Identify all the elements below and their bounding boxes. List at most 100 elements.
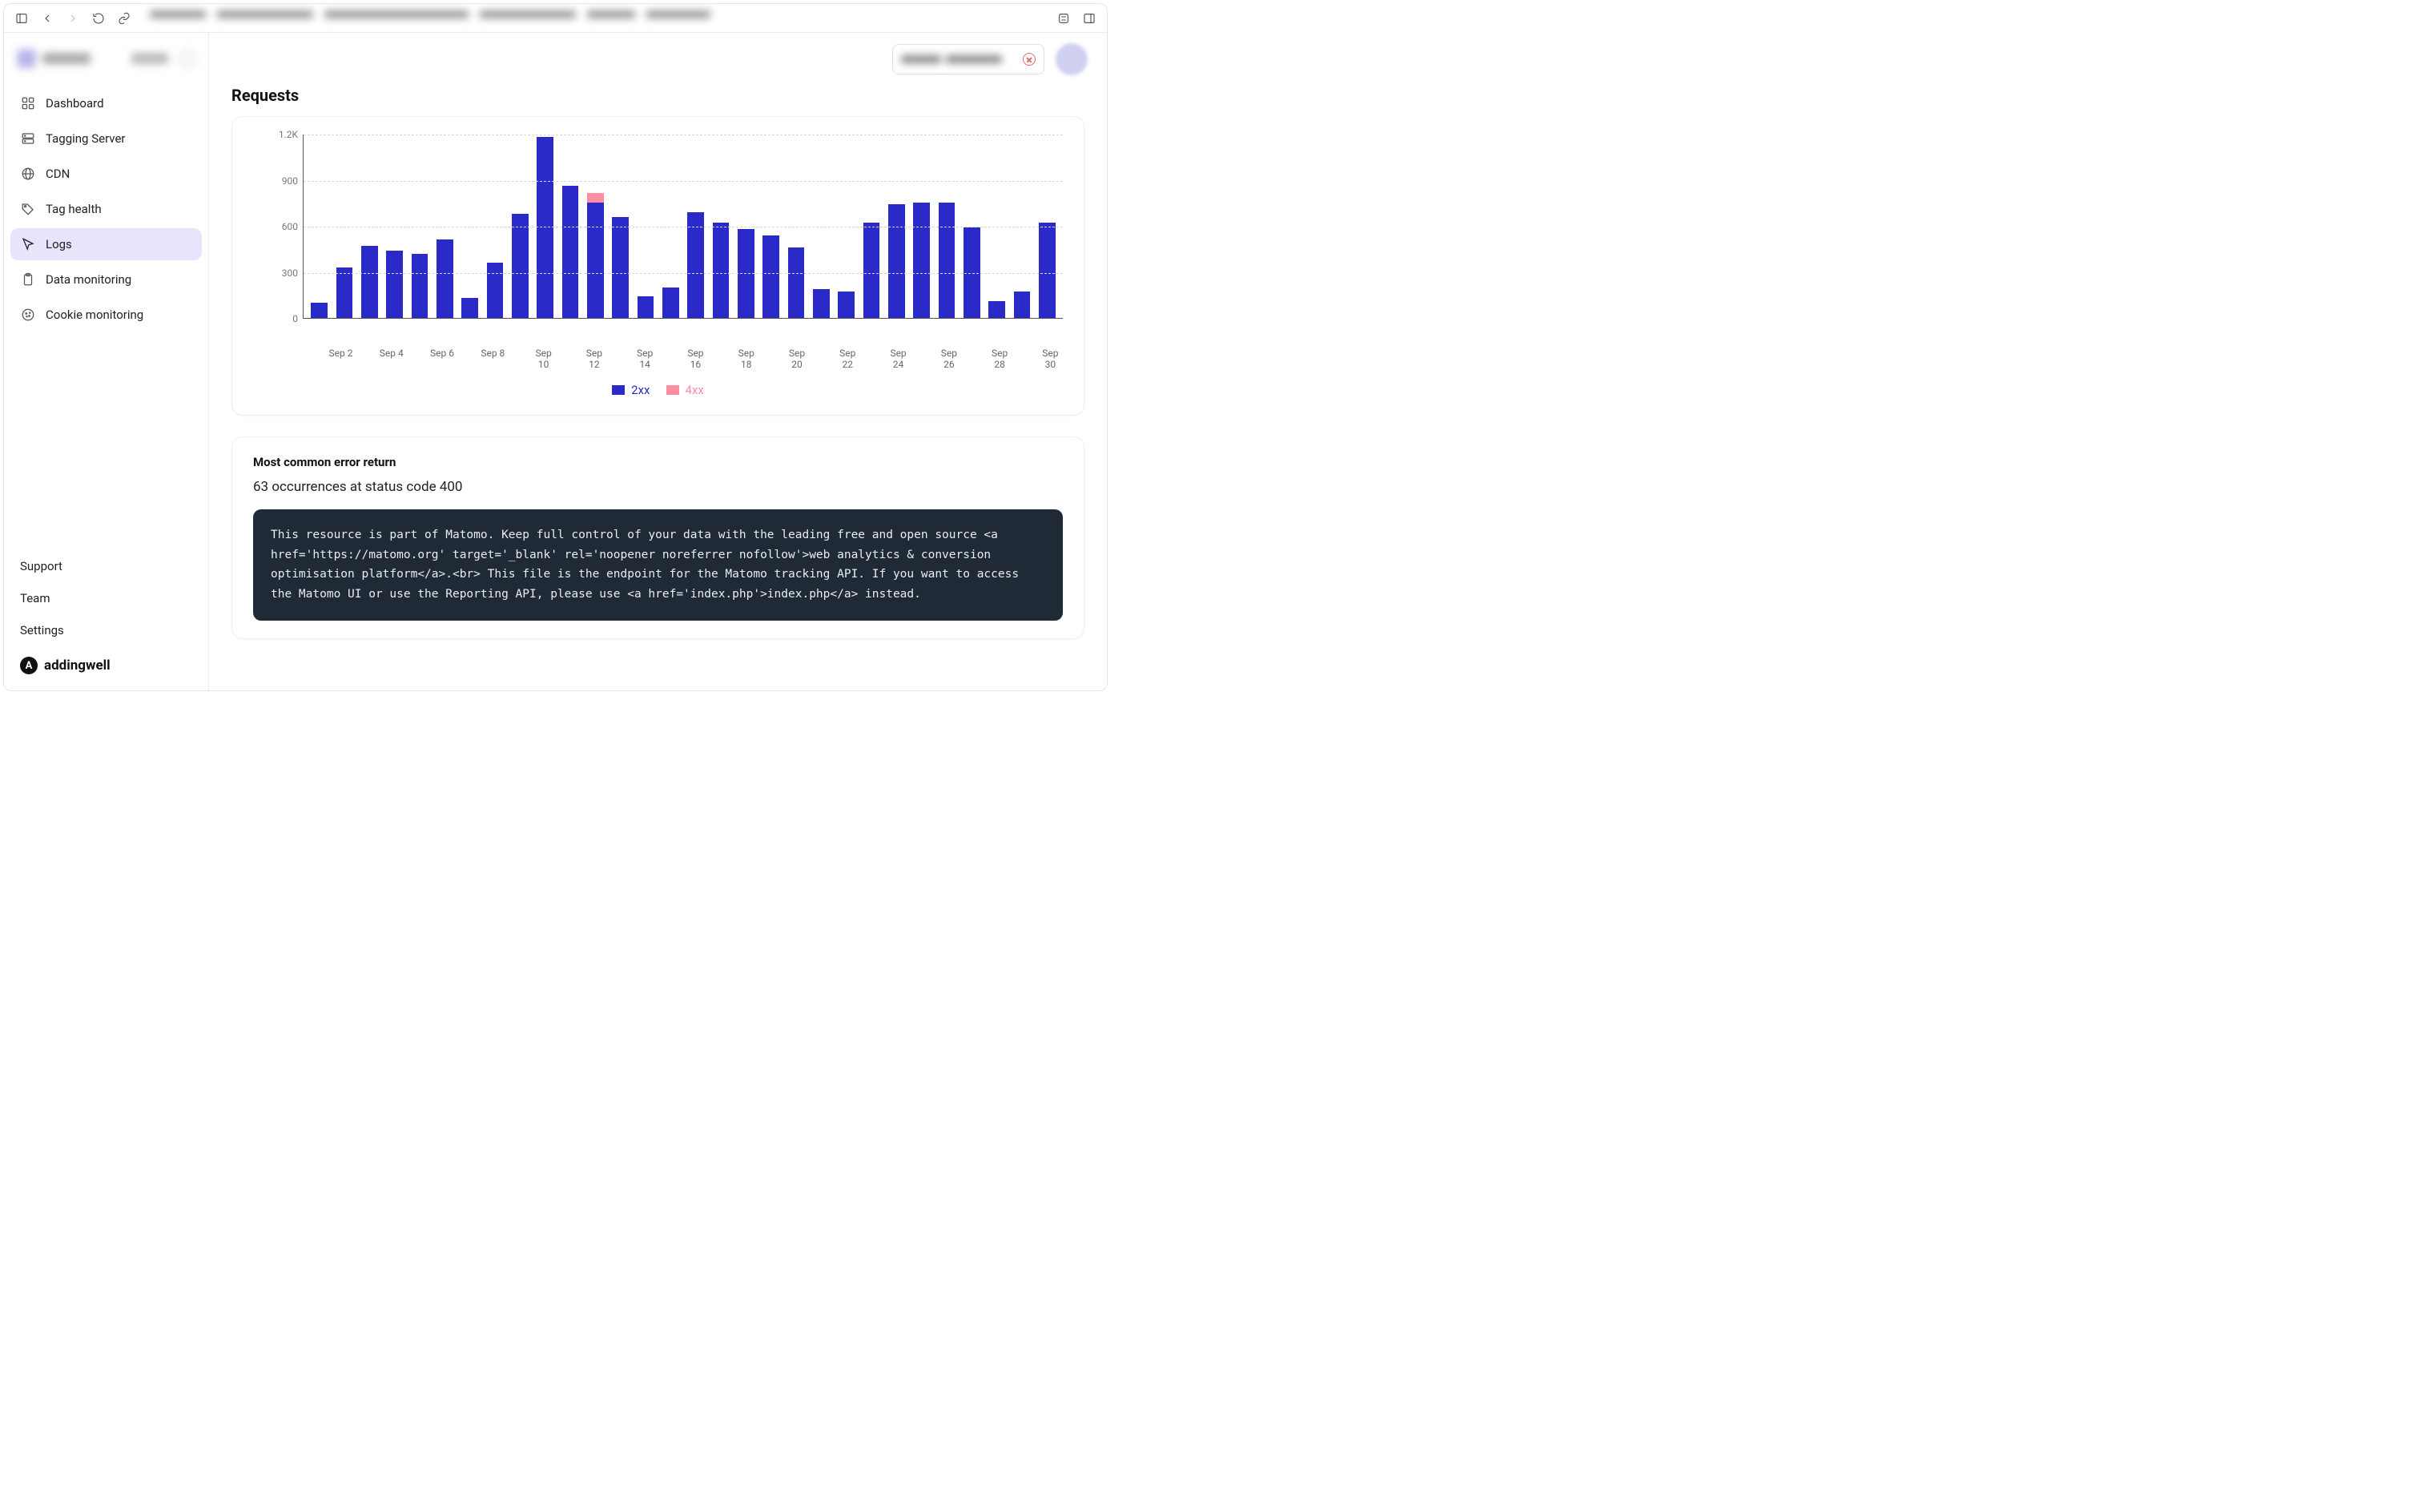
- sidebar-link-team[interactable]: Team: [18, 585, 194, 612]
- sidebar-item-logs[interactable]: Logs: [10, 228, 202, 260]
- x-tick-label: Sep 22: [835, 348, 860, 370]
- link-icon[interactable]: [115, 9, 134, 28]
- reload-icon[interactable]: [89, 9, 108, 28]
- bar[interactable]: [913, 203, 930, 318]
- sidebar-item-label: Logs: [46, 237, 72, 251]
- x-tick-label: Sep 6: [429, 348, 455, 370]
- sidebar-item-label: Cookie monitoring: [46, 308, 143, 322]
- requests-chart: 03006009001.2K: [253, 135, 1063, 343]
- main-content: Requests 0 300 600 900 1.2K Sep 2 Sep 4 Sep 6 S…: [209, 33, 1107, 690]
- sidebar-item-label: Tagging Server: [46, 131, 126, 146]
- x-tick-label: Sep 24: [886, 348, 911, 370]
- avatar[interactable]: [1056, 43, 1088, 75]
- bar[interactable]: [612, 217, 629, 319]
- sidebar-toggle-icon[interactable]: [12, 9, 31, 28]
- bar[interactable]: [361, 246, 378, 318]
- bar[interactable]: [1039, 223, 1056, 318]
- sidebar-item-dashboard[interactable]: Dashboard: [10, 87, 202, 119]
- bar[interactable]: [562, 186, 579, 318]
- page-title: Requests: [231, 86, 1084, 105]
- y-tick-label: 300: [282, 267, 298, 279]
- bar[interactable]: [638, 296, 654, 318]
- sidebar-item-data-monitoring[interactable]: Data monitoring: [10, 263, 202, 296]
- x-tick-label: Sep 8: [480, 348, 505, 370]
- sidebar-item-tagging-server[interactable]: Tagging Server: [10, 123, 202, 155]
- bar[interactable]: [988, 301, 1005, 318]
- x-tick-label: Sep 20: [784, 348, 810, 370]
- topbar: [209, 33, 1107, 86]
- brand-name: addingwell: [44, 657, 111, 674]
- bar[interactable]: [662, 288, 679, 318]
- back-icon[interactable]: [38, 9, 57, 28]
- globe-icon: [20, 166, 36, 182]
- panel-icon[interactable]: [1080, 9, 1099, 28]
- sidebar-nav: Dashboard Tagging Server CDN Tag health …: [10, 87, 202, 331]
- bar[interactable]: [713, 223, 730, 318]
- x-tick-label: Sep 4: [379, 348, 404, 370]
- y-tick-label: 0: [292, 313, 298, 324]
- filter-pill[interactable]: [892, 44, 1044, 74]
- server-icon: [20, 131, 36, 147]
- forward-icon: [63, 9, 82, 28]
- chart-legend: 2xx 4xx: [253, 383, 1063, 397]
- bar[interactable]: [487, 263, 504, 318]
- bar[interactable]: [336, 267, 353, 318]
- error-heading: Most common error return: [253, 455, 1063, 469]
- y-tick-label: 1.2K: [279, 129, 298, 140]
- legend-2xx: 2xx: [612, 383, 650, 397]
- menu-icon[interactable]: [1054, 9, 1073, 28]
- clear-filter-icon[interactable]: [1023, 53, 1036, 66]
- sidebar-item-label: Data monitoring: [46, 272, 131, 287]
- bar[interactable]: [838, 292, 855, 318]
- error-panel: Most common error return 63 occurrences …: [231, 436, 1084, 639]
- bar[interactable]: [1014, 292, 1031, 318]
- bar[interactable]: [437, 239, 453, 318]
- x-tick-label: Sep 12: [581, 348, 607, 370]
- x-tick-label: Sep 26: [936, 348, 962, 370]
- sidebar-link-settings[interactable]: Settings: [18, 617, 194, 644]
- error-body: This resource is part of Matomo. Keep fu…: [253, 509, 1063, 621]
- bar[interactable]: [311, 303, 328, 318]
- sidebar-link-support[interactable]: Support: [18, 553, 194, 580]
- bar[interactable]: [687, 212, 704, 318]
- sidebar-item-cdn[interactable]: CDN: [10, 158, 202, 190]
- sidebar-item-label: Tag health: [46, 202, 102, 216]
- bar[interactable]: [762, 235, 779, 319]
- bar[interactable]: [412, 254, 428, 319]
- address-bar[interactable]: [150, 10, 1038, 26]
- tag-icon: [20, 201, 36, 217]
- cookie-icon: [20, 307, 36, 323]
- legend-4xx: 4xx: [666, 383, 704, 397]
- dashboard-icon: [20, 95, 36, 111]
- x-tick-label: Sep 18: [734, 348, 759, 370]
- cursor-icon: [20, 236, 36, 252]
- bar[interactable]: [386, 251, 403, 318]
- bar[interactable]: [587, 193, 604, 318]
- bar[interactable]: [788, 247, 805, 318]
- bar[interactable]: [512, 214, 529, 318]
- bar[interactable]: [939, 203, 956, 318]
- bar[interactable]: [888, 204, 905, 318]
- x-tick-label: Sep 30: [1038, 348, 1064, 370]
- y-tick-label: 600: [282, 221, 298, 232]
- bar[interactable]: [863, 223, 880, 318]
- x-tick-label: Sep 10: [531, 348, 557, 370]
- bar[interactable]: [813, 289, 830, 318]
- bar[interactable]: [461, 298, 478, 318]
- error-summary: 63 occurrences at status code 400: [253, 479, 1063, 495]
- browser-toolbar: [4, 4, 1107, 33]
- sidebar-item-tag-health[interactable]: Tag health: [10, 193, 202, 225]
- sidebar-item-label: Dashboard: [46, 96, 104, 111]
- brand-logo: A addingwell: [18, 649, 194, 678]
- y-tick-label: 900: [282, 175, 298, 187]
- sidebar-item-label: CDN: [46, 167, 70, 181]
- addingwell-logo-icon: A: [20, 657, 38, 674]
- x-tick-label: Sep 16: [683, 348, 709, 370]
- x-tick-label: Sep 28: [987, 348, 1012, 370]
- workspace-switcher[interactable]: [10, 44, 202, 82]
- search-icon: [179, 50, 195, 66]
- x-tick-label: Sep 2: [328, 348, 354, 370]
- sidebar-item-cookie-monitoring[interactable]: Cookie monitoring: [10, 299, 202, 331]
- requests-chart-card: 0 300 600 900 1.2K Sep 2 Sep 4 Sep 6 Sep 8 Sep 1…: [231, 116, 1084, 416]
- x-tick-label: Sep 14: [632, 348, 658, 370]
